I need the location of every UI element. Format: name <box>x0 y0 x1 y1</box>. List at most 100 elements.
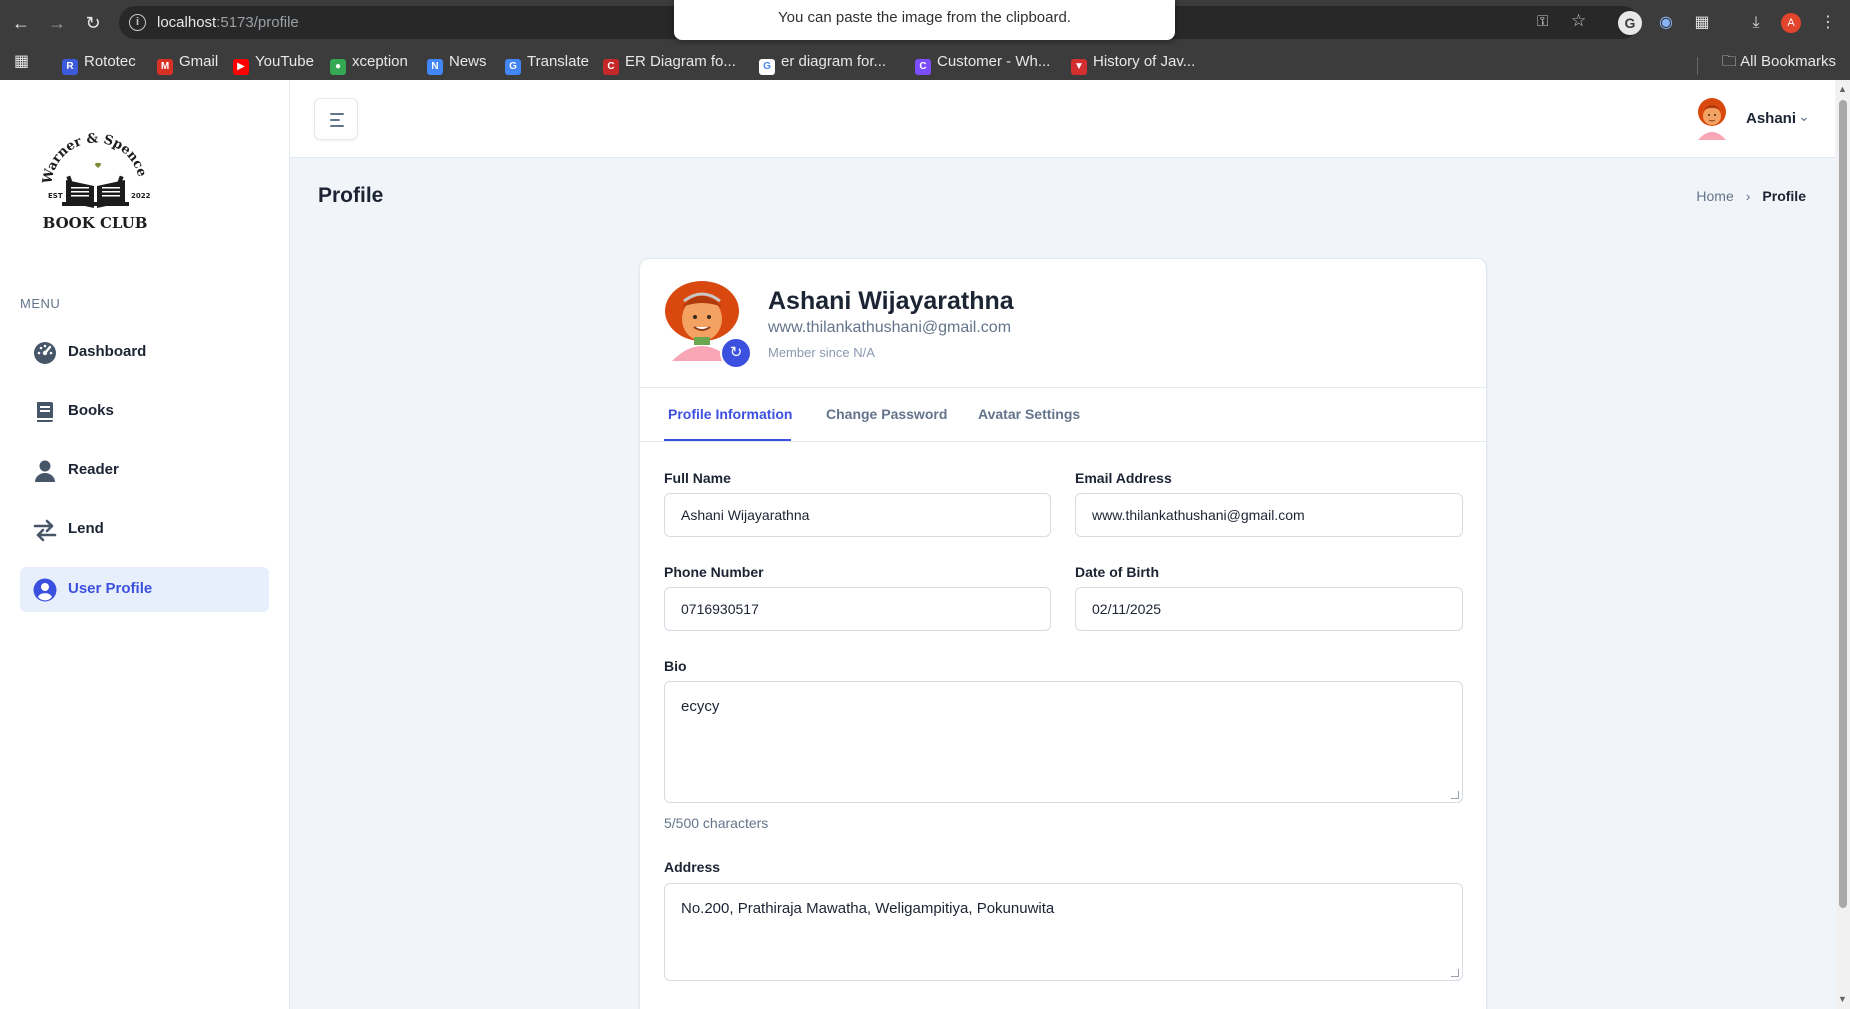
chevron-right-icon: › <box>1745 188 1751 204</box>
breadcrumb-home-link[interactable]: Home <box>1696 188 1733 204</box>
extension-shield-icon[interactable]: ◉ <box>1654 11 1678 35</box>
url-text: localhost:5173/profile <box>157 14 299 31</box>
bookmarks-divider <box>1697 57 1698 75</box>
bio-text: ecycy <box>681 698 720 715</box>
profile-card: ↻ Ashani Wijayarathna www.thilankathusha… <box>639 258 1487 1009</box>
dashboard-icon <box>34 342 56 364</box>
bookmark-label: Customer - Wh... <box>937 53 1051 70</box>
breadcrumb-current: Profile <box>1762 188 1806 204</box>
bookmark-item[interactable]: G Translate <box>505 51 589 75</box>
tab-profile-information[interactable]: Profile Information <box>668 406 792 422</box>
bookmark-item[interactable]: M Gmail <box>157 51 219 75</box>
profile-tabs: Profile Information Change Password Avat… <box>640 388 1486 442</box>
sidebar-item-lend[interactable]: Lend <box>20 507 269 552</box>
bookmark-favicon-icon: C <box>603 59 619 75</box>
breadcrumb: Home › Profile <box>1696 188 1806 204</box>
sidebar-item-books[interactable]: Books <box>20 389 269 434</box>
user-icon <box>35 460 55 482</box>
browser-toolbar: ← → ↻ i localhost:5173/profile ⚿ ☆ G ◉ ▦… <box>0 0 1850 45</box>
profile-email: www.thilankathushani@gmail.com <box>768 319 1012 336</box>
email-input[interactable]: www.thilankathushani@gmail.com <box>1075 493 1463 537</box>
svg-text:EST: EST <box>48 192 63 200</box>
change-avatar-button[interactable]: ↻ <box>720 337 752 369</box>
browser-profile-avatar[interactable]: A <box>1781 13 1801 33</box>
bookmark-favicon-icon: G <box>505 59 521 75</box>
bookmark-star-icon[interactable]: ☆ <box>1571 11 1586 31</box>
user-avatar[interactable] <box>1690 96 1734 140</box>
book-icon <box>37 402 53 422</box>
sidebar-item-user-profile[interactable]: User Profile <box>20 567 269 612</box>
sidebar-item-reader[interactable]: Reader <box>20 448 269 493</box>
bookmark-label: Translate <box>527 53 589 70</box>
tab-avatar-settings[interactable]: Avatar Settings <box>978 406 1080 422</box>
email-label: Email Address <box>1075 470 1172 486</box>
phone-input[interactable]: 0716930517 <box>664 587 1051 631</box>
folder-icon: 🗀 <box>1721 53 1737 70</box>
browser-menu-icon[interactable]: ⋮ <box>1816 11 1840 35</box>
bookmark-favicon-icon: ▼ <box>1071 59 1087 75</box>
header-user-name[interactable]: Ashani <box>1746 110 1796 127</box>
download-icon[interactable]: ⤓ <box>1744 11 1768 35</box>
address-textarea[interactable]: No.200, Prathiraja Mawatha, Weligampitiy… <box>664 883 1463 981</box>
bookmark-favicon-icon: R <box>62 59 78 75</box>
menu-section-label: MENU <box>20 296 61 311</box>
bookmark-favicon-icon: C <box>915 59 931 75</box>
svg-text:2022: 2022 <box>131 192 151 200</box>
profile-name: Ashani Wijayarathna <box>768 287 1014 315</box>
refresh-icon: ↻ <box>729 344 743 361</box>
bookmark-item[interactable]: ▶ YouTube <box>233 51 314 75</box>
bookmark-favicon-icon: M <box>157 59 173 75</box>
apps-grid-icon[interactable]: ▦ <box>14 51 29 73</box>
sidebar: Warner & Spencer EST 2022 BOOK CLUB MENU… <box>0 80 290 1009</box>
page-scrollbar[interactable]: ▲ ▼ <box>1836 80 1850 1009</box>
bookmark-item[interactable]: ▼ History of Jav... <box>1071 51 1196 75</box>
book-club-logo[interactable]: Warner & Spencer EST 2022 BOOK CLUB <box>38 128 153 243</box>
address-label: Address <box>664 859 721 875</box>
dob-input[interactable]: 02/11/2025 <box>1075 587 1463 631</box>
scroll-up-icon[interactable]: ▲ <box>1838 84 1847 94</box>
bookmark-label: xception <box>352 53 408 70</box>
resize-handle-icon[interactable] <box>1451 791 1459 799</box>
bookmarks-bar: ▦ R Rototec M Gmail ▶ YouTube ● xception N News G T… <box>0 45 1850 80</box>
bookmark-item[interactable]: Ger diagram for... <box>759 51 887 75</box>
bookmark-item[interactable]: N News <box>427 51 487 75</box>
bookmark-label: History of Jav... <box>1093 53 1196 70</box>
sidebar-item-label: Dashboard <box>68 343 147 360</box>
grammarly-extension-icon[interactable]: G <box>1618 11 1642 35</box>
all-bookmarks-button[interactable]: 🗀 All Bookmarks <box>1722 51 1836 73</box>
address-text: No.200, Prathiraja Mawatha, Weligampitiy… <box>681 900 1055 917</box>
extensions-puzzle-icon[interactable]: ▦ <box>1690 11 1714 35</box>
site-info-icon[interactable]: i <box>129 14 146 31</box>
all-bookmarks-label: All Bookmarks <box>1740 53 1836 70</box>
back-icon[interactable]: ← <box>8 10 34 36</box>
bookmark-label: Rototec <box>84 53 136 70</box>
forward-icon[interactable]: → <box>44 10 70 36</box>
bookmark-favicon-icon: G <box>759 59 775 75</box>
scrollbar-thumb[interactable] <box>1839 100 1847 908</box>
bookmark-item[interactable]: ● xception <box>330 51 408 75</box>
svg-text:Warner & Spencer: Warner & Spencer <box>38 128 149 186</box>
full-name-input[interactable]: Ashani Wijayarathna <box>664 493 1051 537</box>
sidebar-item-dashboard[interactable]: Dashboard <box>20 330 269 375</box>
bookmark-item[interactable]: R Rototec <box>62 51 136 75</box>
bookmark-label: ER Diagram fo... <box>625 53 736 70</box>
bookmark-label: YouTube <box>255 53 314 70</box>
sidebar-item-label: Books <box>68 402 114 419</box>
bio-char-count: 5/500 characters <box>664 815 769 831</box>
bookmark-item[interactable]: C ER Diagram fo... <box>603 51 736 75</box>
sidebar-item-label: Lend <box>68 520 104 537</box>
bookmark-label: er diagram for... <box>781 53 887 70</box>
full-name-label: Full Name <box>664 470 731 486</box>
scroll-down-icon[interactable]: ▼ <box>1838 994 1847 1004</box>
password-key-icon[interactable]: ⚿ <box>1537 13 1548 30</box>
bookmark-label: Gmail <box>179 53 219 70</box>
hamburger-menu-button[interactable] <box>314 98 358 140</box>
reload-icon[interactable]: ↻ <box>80 10 106 36</box>
bookmark-item[interactable]: C Customer - Wh... <box>915 51 1051 75</box>
tab-change-password[interactable]: Change Password <box>826 406 947 422</box>
chevron-down-icon[interactable]: ⌄ <box>1798 108 1810 125</box>
dob-label: Date of Birth <box>1075 564 1159 580</box>
bio-textarea[interactable]: ecycy <box>664 681 1463 803</box>
resize-handle-icon[interactable] <box>1451 969 1459 977</box>
phone-label: Phone Number <box>664 564 764 580</box>
